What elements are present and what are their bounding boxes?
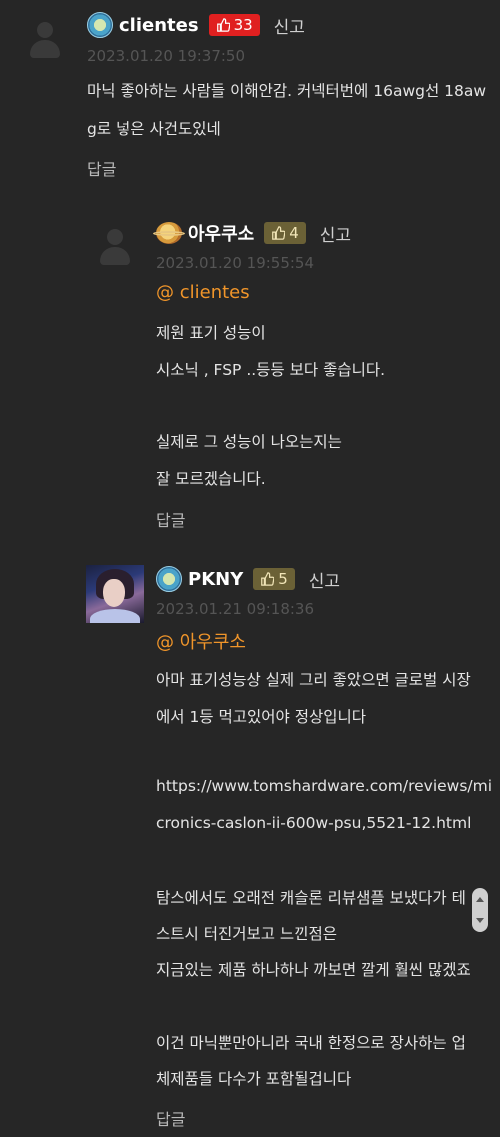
comment-text-line: 이건 마닉뿐만아니라 국내 한정으로 장사하는 업	[156, 1034, 466, 1052]
nickname[interactable]: clientes	[119, 15, 199, 36]
comment-date: 2023.01.20 19:55:54	[156, 254, 315, 272]
comment-header: PKNY 5 신고	[156, 565, 340, 593]
report-button[interactable]: 신고	[309, 567, 340, 592]
comment-text-line: 체제품들 다수가 포함될겁니다	[156, 1070, 352, 1088]
reply-button[interactable]: 답글	[156, 507, 185, 531]
nickname[interactable]: 아우쿠소	[188, 220, 254, 246]
comment-link-line[interactable]: cronics-caslon-ii-600w-psu,5521-12.html	[156, 814, 471, 832]
default-avatar-icon[interactable]	[25, 20, 65, 60]
thumbs-up-icon	[216, 18, 230, 32]
comment-text-line: 아마 표기성능상 실제 그리 좋았으면 글로벌 시장	[156, 671, 471, 689]
like-count: 33	[233, 16, 253, 34]
comment-text-line: 시소닉 , FSP ..등등 보다 좋습니다.	[156, 361, 386, 379]
thumbs-up-icon	[272, 226, 286, 240]
chevron-down-icon[interactable]	[476, 918, 484, 923]
comment-date: 2023.01.20 19:37:50	[87, 47, 246, 65]
comment-text-line: g로 넣은 사건도있네	[87, 120, 221, 138]
planet-level-icon	[153, 222, 185, 244]
comment-text-line: 실제로 그 성능이 나오는지는	[156, 433, 342, 451]
user-avatar[interactable]	[86, 565, 144, 623]
globe-level-icon	[156, 566, 182, 592]
scrollbar[interactable]	[472, 888, 488, 932]
chevron-up-icon[interactable]	[476, 897, 484, 902]
mention-link[interactable]: @ clientes	[156, 282, 250, 303]
comment-header: 아우쿠소 4 신고	[153, 219, 351, 247]
comment-text-line: 제원 표기 성능이	[156, 324, 266, 342]
like-button[interactable]: 33	[208, 14, 260, 36]
comment-text-line: 잘 모르겠습니다.	[156, 470, 266, 488]
like-count: 4	[289, 224, 299, 242]
report-button[interactable]: 신고	[320, 221, 351, 246]
comment-text-line: 마닉 좋아하는 사람들 이해안감. 커넥터번에 16awg선 18aw	[87, 82, 487, 100]
comment-text-line: 에서 1등 먹고있어야 정상입니다	[156, 708, 367, 726]
reply-button[interactable]: 답글	[87, 156, 116, 180]
comment-text-line: 탐스에서도 오래전 캐슬론 리뷰샘플 보냈다가 테	[156, 889, 466, 907]
default-avatar-icon[interactable]	[95, 227, 135, 267]
comment-header: clientes 33 신고	[87, 11, 305, 39]
nickname[interactable]: PKNY	[188, 569, 243, 590]
mention-link[interactable]: @ 아우쿠소	[156, 628, 246, 654]
comment-text-line: 스트시 터진거보고 느낀점은	[156, 925, 337, 943]
like-button[interactable]: 5	[253, 568, 295, 590]
globe-level-icon	[87, 12, 113, 38]
thumbs-up-icon	[261, 572, 275, 586]
comment-date: 2023.01.21 09:18:36	[156, 600, 315, 618]
report-button[interactable]: 신고	[274, 13, 305, 38]
like-button[interactable]: 4	[264, 222, 306, 244]
comment-text-line: 지금있는 제품 하나하나 까보면 깔게 훨씬 많겠죠	[156, 961, 471, 979]
comment-link-line[interactable]: https://www.tomshardware.com/reviews/mi	[156, 777, 492, 795]
reply-button[interactable]: 답글	[156, 1106, 185, 1130]
like-count: 5	[278, 570, 288, 588]
